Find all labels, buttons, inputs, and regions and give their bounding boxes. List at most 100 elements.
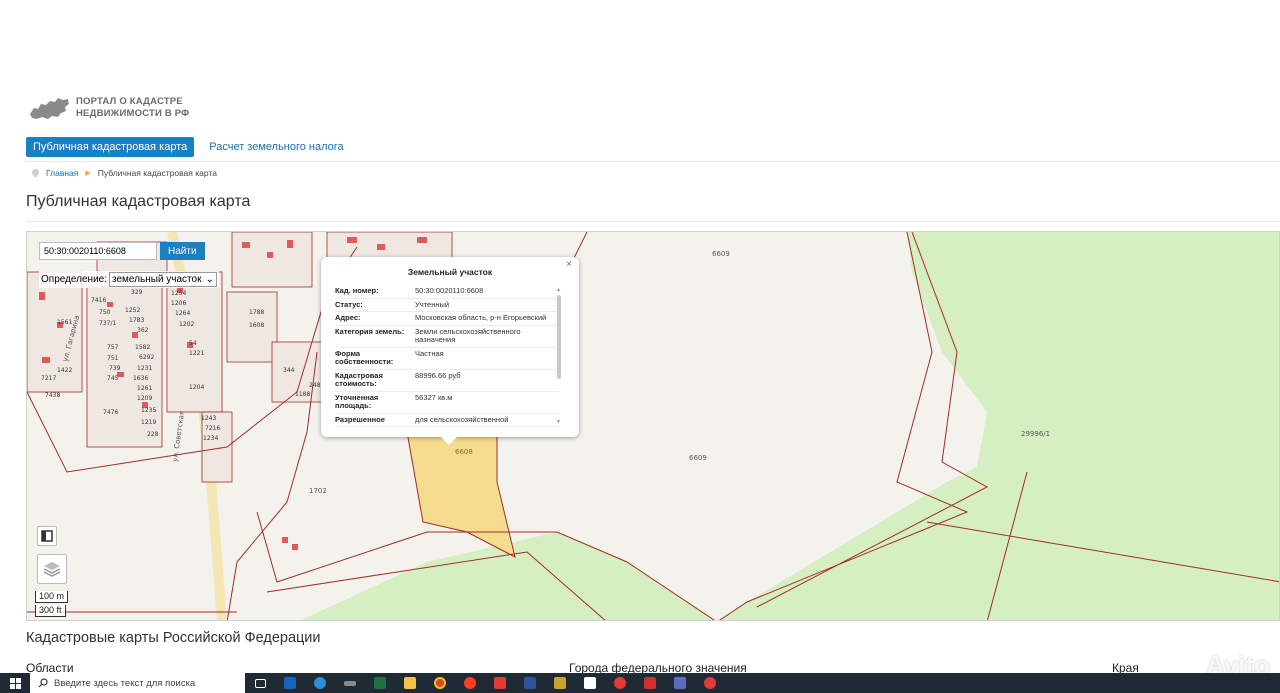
- cadastral-number-input[interactable]: [39, 242, 157, 260]
- plot-label: 739: [109, 365, 121, 372]
- location-pin-icon: [32, 168, 39, 178]
- media-icon: [344, 680, 356, 686]
- taskbar-app-edge[interactable]: [305, 673, 335, 693]
- plot-label: 745: [107, 375, 119, 382]
- plot-label: 1219: [141, 419, 156, 426]
- plot-label: 7476: [103, 409, 118, 416]
- row-key: Разрешенное: [335, 414, 385, 424]
- plot-label: 751: [107, 355, 119, 362]
- outlook-icon: [284, 677, 296, 689]
- popup-rows[interactable]: Кад. номер: 50:30:0020110:6608 Статус: Учт…: [335, 285, 559, 427]
- popup-row: Статус: Учтенный: [335, 299, 559, 312]
- popup-row: Разрешенное для сельскохозяйственной: [335, 414, 559, 427]
- layers-icon: [43, 562, 61, 577]
- page-title: Публичная кадастровая карта: [26, 193, 251, 210]
- task-view-button[interactable]: [245, 673, 275, 693]
- taskbar-app-media[interactable]: [335, 673, 365, 693]
- parcel-label-6609: 6609: [689, 454, 707, 462]
- plot-label: 1206: [171, 300, 186, 307]
- record-icon: [704, 677, 716, 689]
- map-search: Найти: [39, 242, 205, 260]
- taskbar-app-misc[interactable]: [545, 673, 575, 693]
- taskbar-app-explorer[interactable]: [395, 673, 425, 693]
- plot-label: 1788: [249, 309, 264, 316]
- taskbar-app-opera[interactable]: [605, 673, 635, 693]
- taskbar-app-outlook[interactable]: [275, 673, 305, 693]
- taskbar-search-placeholder: Введите здесь текст для поиска: [54, 677, 196, 689]
- opera-icon: [614, 677, 626, 689]
- row-key: Адрес:: [335, 313, 361, 322]
- row-value: Земли сельскохозяйственного назначения: [415, 326, 521, 344]
- plot-label: 7438: [45, 392, 60, 399]
- portal-logo[interactable]: ПОРТАЛ О КАДАСТРЕ НЕДВИЖИМОСТИ В РФ: [28, 94, 190, 122]
- plot-label: 54: [189, 340, 197, 347]
- row-value: Частная: [415, 348, 444, 358]
- definition-select[interactable]: земельный участок ⌄: [109, 272, 217, 287]
- plot-label: 1235: [141, 407, 156, 414]
- taskbar-app-acrobat[interactable]: [635, 673, 665, 693]
- breadcrumb-home-link[interactable]: Главная: [46, 168, 78, 178]
- scale-bar-metric: 100 m: [35, 591, 69, 603]
- main-nav: Публичная кадастровая карта Расчет земел…: [26, 137, 351, 157]
- folder-icon: [404, 677, 416, 689]
- row-value: 56327 кв.м: [415, 392, 453, 402]
- page: ПОРТАЛ О КАДАСТРЕ НЕДВИЖИМОСТИ В РФ Публ…: [0, 0, 1280, 693]
- row-key: Категория земель:: [335, 326, 405, 336]
- parcel-label-29996: 29996/1: [1021, 430, 1050, 438]
- taskbar-app-yandex[interactable]: [485, 673, 515, 693]
- excel-icon: [374, 677, 386, 689]
- taskbar-app-yandex-browser[interactable]: [455, 673, 485, 693]
- store-icon: [674, 677, 686, 689]
- plot-label: 362: [137, 327, 149, 334]
- breadcrumb-arrow-icon: ▶: [85, 170, 91, 177]
- divider: [26, 221, 1280, 222]
- definition-control: Определение: земельный участок ⌄: [39, 271, 219, 288]
- popup-row: Категория земель: Земли сельскохозяйствен…: [335, 326, 559, 348]
- layers-button[interactable]: [37, 554, 67, 584]
- taskbar-app-word[interactable]: [515, 673, 545, 693]
- taskbar-app-chrome[interactable]: [425, 673, 455, 693]
- start-button[interactable]: [0, 673, 30, 693]
- taskbar-search[interactable]: Введите здесь текст для поиска: [30, 673, 245, 693]
- plot-label: 7217: [41, 375, 56, 382]
- popup-scrollbar[interactable]: [557, 295, 561, 379]
- tab-land-tax-calculation[interactable]: Расчет земельного налога: [202, 137, 350, 157]
- plot-label: 228: [147, 431, 159, 438]
- logo-line-1: ПОРТАЛ О КАДАСТРЕ: [76, 96, 183, 107]
- fullscreen-button[interactable]: [37, 526, 57, 546]
- taskbar-app-excel[interactable]: [365, 673, 395, 693]
- plot-label: 1608: [249, 322, 264, 329]
- plot-label: 7416: [91, 297, 106, 304]
- plot-label: 757: [107, 344, 119, 351]
- taskbar-app-notepad[interactable]: [575, 673, 605, 693]
- row-value: 88996.66 руб: [415, 370, 461, 380]
- taskbar-app-store[interactable]: [665, 673, 695, 693]
- plot-label: 1243: [201, 415, 216, 422]
- row-key: Кад. номер:: [335, 286, 379, 295]
- plot-label: 1422: [57, 367, 72, 374]
- plot-label: 1188: [295, 391, 310, 398]
- map-canvas[interactable]: 7416 750 1252 1254 1206 737/1 1783 1264 …: [27, 232, 1280, 621]
- plot-label: 1209: [137, 395, 152, 402]
- plot-label: 1636: [133, 375, 148, 382]
- russia-map-icon: [30, 98, 69, 119]
- plot-label: 737/1: [99, 320, 116, 327]
- plot-label: 7216: [205, 425, 220, 432]
- breadcrumb: Главная ▶ Публичная кадастровая карта: [32, 168, 217, 178]
- tab-public-cadastral-map[interactable]: Публичная кадастровая карта: [26, 137, 195, 157]
- definition-label: Определение:: [41, 274, 108, 285]
- plot-label: 1261: [137, 385, 152, 392]
- row-value: для сельскохозяйственной: [415, 414, 509, 424]
- windows-logo-icon: [9, 677, 21, 689]
- popup-row: Кад. номер: 50:30:0020110:6608: [335, 285, 559, 299]
- cadastral-map[interactable]: 7416 750 1252 1254 1206 737/1 1783 1264 …: [26, 231, 1280, 621]
- popup-row: Форма собственности: Частная: [335, 348, 559, 370]
- scroll-up-icon[interactable]: ▲: [556, 287, 561, 293]
- row-key: Форма собственности:: [335, 348, 394, 366]
- plot-label: 1234: [203, 435, 218, 442]
- scroll-down-icon[interactable]: ▼: [556, 419, 561, 425]
- scale-bar-imperial: 300 ft: [35, 605, 66, 617]
- logo-text: ПОРТАЛ О КАДАСТРЕ НЕДВИЖИМОСТИ В РФ: [76, 96, 190, 120]
- taskbar-app-record[interactable]: [695, 673, 725, 693]
- find-button[interactable]: Найти: [160, 242, 205, 260]
